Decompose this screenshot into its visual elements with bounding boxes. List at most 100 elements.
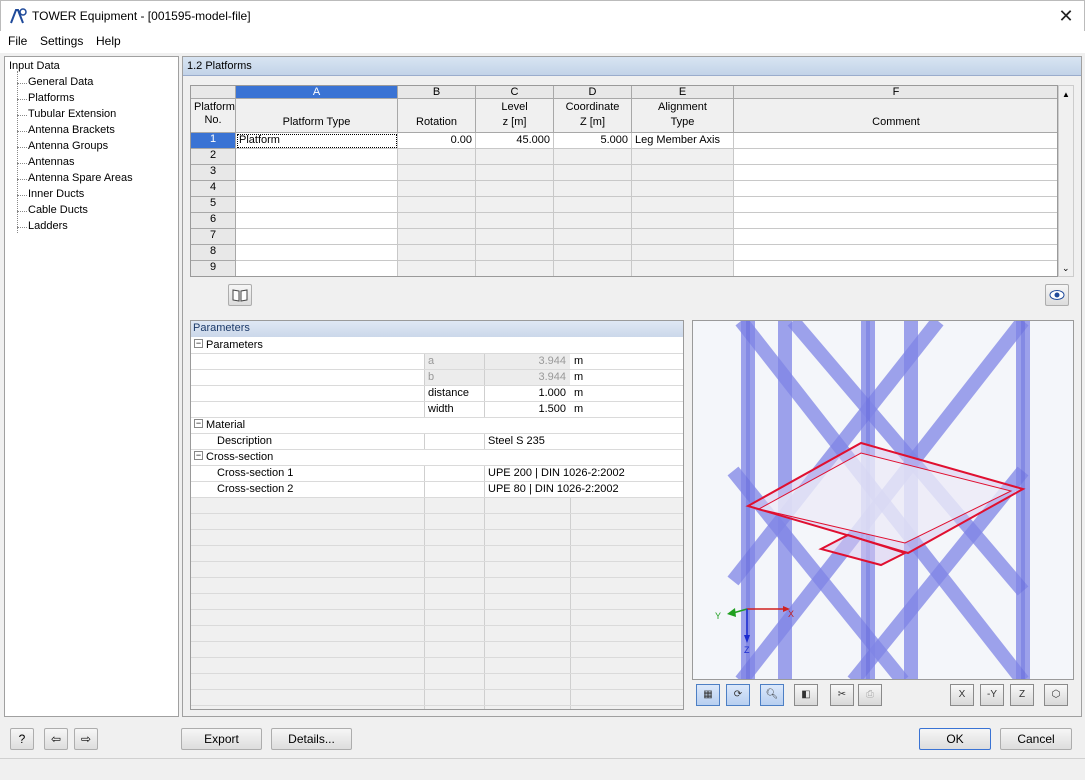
menu-file[interactable]: File xyxy=(8,34,27,48)
table-cell[interactable] xyxy=(476,213,554,229)
table-cell[interactable]: Leg Member Axis xyxy=(632,133,734,149)
table-cell[interactable] xyxy=(734,229,1057,245)
table-cell[interactable] xyxy=(236,149,398,165)
table-cell[interactable]: Platform xyxy=(236,133,398,149)
collapse-icon[interactable]: − xyxy=(194,419,203,428)
table-cell[interactable] xyxy=(398,197,476,213)
table-cell[interactable] xyxy=(632,213,734,229)
table-cell[interactable]: 0.00 xyxy=(398,133,476,149)
close-button[interactable]: ✕ xyxy=(1053,5,1079,27)
table-cell[interactable] xyxy=(734,181,1057,197)
table-cell[interactable] xyxy=(632,197,734,213)
table-cell[interactable] xyxy=(398,213,476,229)
table-cell[interactable]: 5.000 xyxy=(554,133,632,149)
table-cell[interactable] xyxy=(554,213,632,229)
table-cell[interactable] xyxy=(236,181,398,197)
export-icon-button[interactable]: ⇨ xyxy=(74,728,98,750)
help-button[interactable]: ? xyxy=(10,728,34,750)
table-cell[interactable] xyxy=(632,165,734,181)
table-cell[interactable] xyxy=(476,165,554,181)
view-x-button[interactable]: X xyxy=(950,684,974,706)
tree-item-tubular-extension[interactable]: Tubular Extension xyxy=(28,108,116,120)
table-scrollbar[interactable]: ▲ ⌄ xyxy=(1058,85,1074,277)
group-material[interactable]: − Material xyxy=(191,418,683,434)
display-button[interactable]: ▦ xyxy=(696,684,720,706)
tree-item-antennas[interactable]: Antennas xyxy=(28,156,74,168)
column-letter-f[interactable]: F xyxy=(734,86,1057,99)
table-cell[interactable] xyxy=(398,149,476,165)
tree-item-antenna-groups[interactable]: Antenna Groups xyxy=(28,140,108,152)
view-toggle-button[interactable] xyxy=(1045,284,1069,306)
tree-item-cable-ducts[interactable]: Cable Ducts xyxy=(28,204,88,216)
table-cell[interactable] xyxy=(398,165,476,181)
table-cell[interactable] xyxy=(554,245,632,261)
table-cell[interactable] xyxy=(476,229,554,245)
tree-item-ladders[interactable]: Ladders xyxy=(28,220,68,232)
table-cell[interactable] xyxy=(236,245,398,261)
view-y-button[interactable]: -Y xyxy=(980,684,1004,706)
collapse-icon[interactable]: − xyxy=(194,451,203,460)
table-cell[interactable] xyxy=(734,261,1057,276)
row-number[interactable]: 3 xyxy=(191,165,236,181)
cross-section-value[interactable]: UPE 200 | DIN 1026-2:2002 xyxy=(488,467,625,479)
material-value[interactable]: Steel S 235 xyxy=(488,435,545,447)
view-iso-button[interactable]: ⬡ xyxy=(1044,684,1068,706)
collapse-icon[interactable]: − xyxy=(194,339,203,348)
section-button[interactable]: ✂ xyxy=(830,684,854,706)
cross-section-value[interactable]: UPE 80 | DIN 1026-2:2002 xyxy=(488,483,619,495)
import-button[interactable]: ⇦ xyxy=(44,728,68,750)
table-cell[interactable] xyxy=(632,149,734,165)
menu-help[interactable]: Help xyxy=(96,34,121,48)
table-cell[interactable] xyxy=(476,261,554,276)
export-button[interactable]: Export xyxy=(181,728,262,750)
rotate-button[interactable]: ⟳ xyxy=(726,684,750,706)
table-cell[interactable] xyxy=(734,245,1057,261)
table-cell[interactable] xyxy=(734,165,1057,181)
view-z-button[interactable]: Z xyxy=(1010,684,1034,706)
table-cell[interactable] xyxy=(236,261,398,276)
cancel-button[interactable]: Cancel xyxy=(1000,728,1072,750)
column-letter-a[interactable]: A xyxy=(236,86,398,99)
table-cell[interactable] xyxy=(398,229,476,245)
table-cell[interactable] xyxy=(734,133,1057,149)
table-cell[interactable] xyxy=(632,181,734,197)
zoom-button[interactable]: 🔍︎ xyxy=(760,684,784,706)
table-cell[interactable] xyxy=(554,181,632,197)
row-number[interactable]: 9 xyxy=(191,261,236,276)
table-cell[interactable]: 45.000 xyxy=(476,133,554,149)
row-number[interactable]: 5 xyxy=(191,197,236,213)
table-cell[interactable] xyxy=(398,181,476,197)
table-cell[interactable] xyxy=(554,197,632,213)
table-cell[interactable] xyxy=(398,261,476,276)
table-cell[interactable] xyxy=(398,245,476,261)
table-cell[interactable] xyxy=(554,229,632,245)
table-cell[interactable] xyxy=(734,149,1057,165)
group-parameters[interactable]: − Parameters xyxy=(191,338,683,354)
table-cell[interactable] xyxy=(632,229,734,245)
column-letter-e[interactable]: E xyxy=(632,86,734,99)
table-cell[interactable] xyxy=(632,245,734,261)
row-number[interactable]: 2 xyxy=(191,149,236,165)
table-cell[interactable] xyxy=(632,261,734,276)
row-number[interactable]: 6 xyxy=(191,213,236,229)
table-cell[interactable] xyxy=(476,149,554,165)
table-cell[interactable] xyxy=(554,149,632,165)
row-number[interactable]: 7 xyxy=(191,229,236,245)
param-value[interactable]: 1.000 xyxy=(484,387,566,399)
ok-button[interactable]: OK xyxy=(919,728,991,750)
table-cell[interactable] xyxy=(554,261,632,276)
table-cell[interactable] xyxy=(236,197,398,213)
model-viewport[interactable]: X Y Z xyxy=(692,320,1074,680)
table-cell[interactable] xyxy=(476,181,554,197)
tree-item-antenna-spare-areas[interactable]: Antenna Spare Areas xyxy=(28,172,133,184)
param-value[interactable]: 1.500 xyxy=(484,403,566,415)
column-letter-c[interactable]: C xyxy=(476,86,554,99)
table-cell[interactable] xyxy=(236,213,398,229)
row-number[interactable]: 1 xyxy=(191,133,236,149)
tree-item-inner-ducts[interactable]: Inner Ducts xyxy=(28,188,84,200)
print-button[interactable]: ⎙ xyxy=(858,684,882,706)
details-button[interactable]: Details... xyxy=(271,728,352,750)
table-cell[interactable] xyxy=(554,165,632,181)
tree-item-general-data[interactable]: General Data xyxy=(28,76,93,88)
menu-settings[interactable]: Settings xyxy=(40,34,83,48)
